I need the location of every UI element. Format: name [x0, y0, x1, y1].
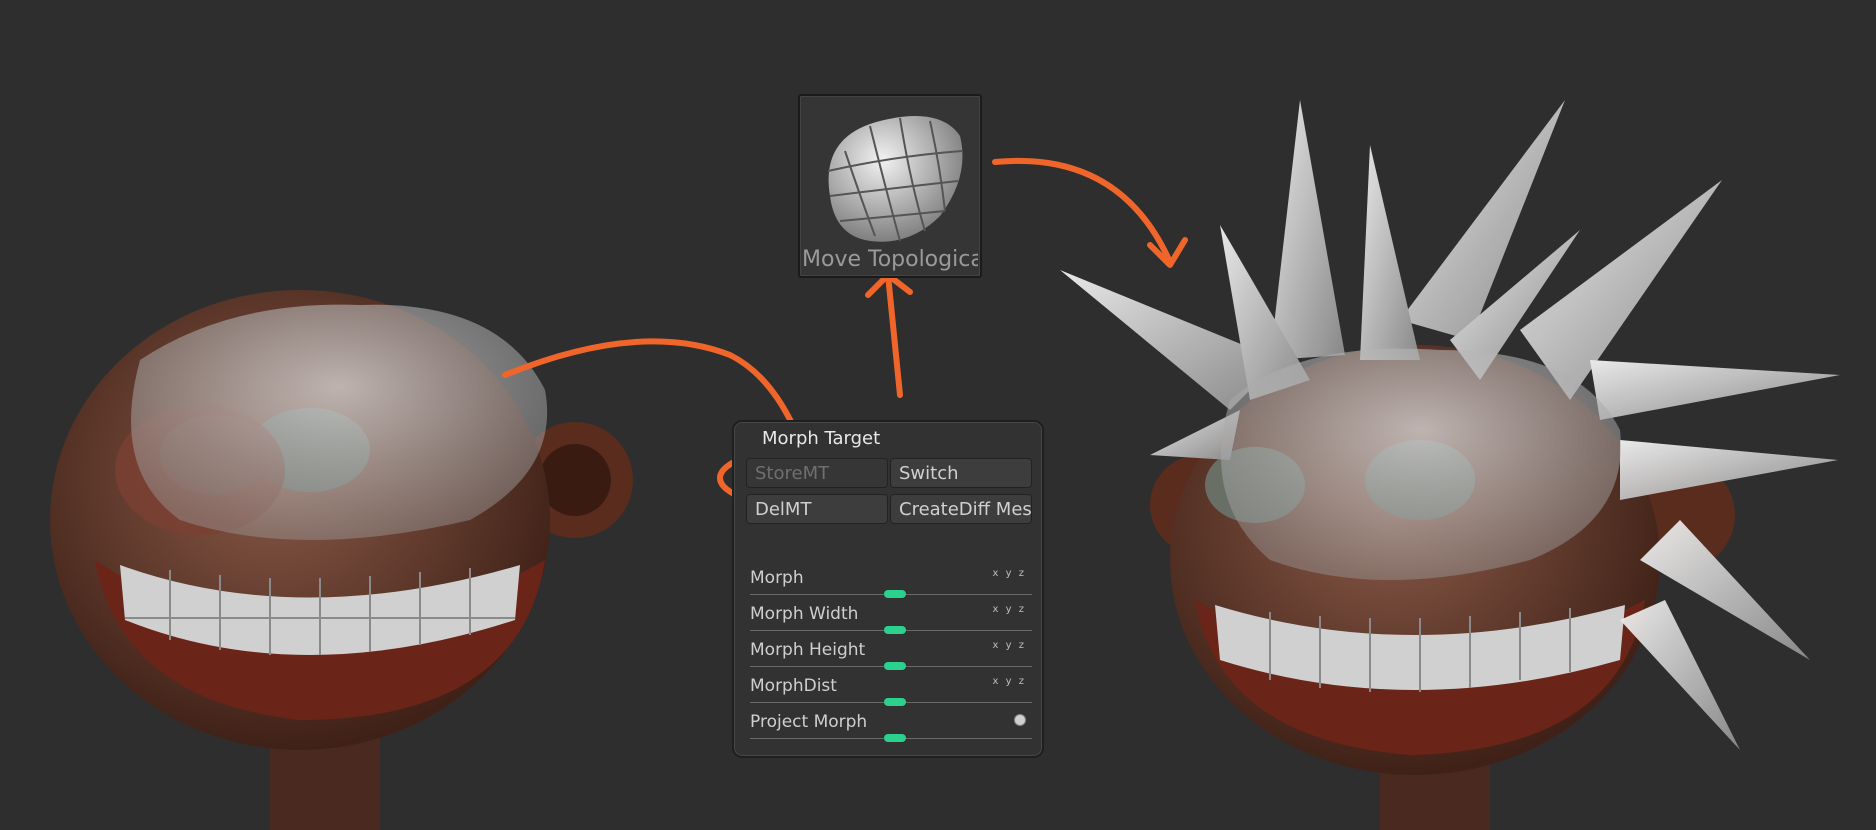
slider-label: Morph Width: [750, 604, 859, 624]
morph-slider[interactable]: Morph x y z: [750, 568, 1032, 604]
del-mt-button[interactable]: DelMT: [746, 494, 888, 524]
panel-title: Morph Target: [762, 428, 881, 449]
store-mt-button[interactable]: StoreMT: [746, 458, 888, 488]
morph-dist-slider[interactable]: MorphDist x y z: [750, 676, 1032, 712]
right-head-model: [1060, 100, 1840, 830]
slider-knob[interactable]: [884, 626, 906, 634]
slider-label: Project Morph: [750, 712, 868, 732]
morph-width-slider[interactable]: Morph Width x y z: [750, 604, 1032, 640]
annotation-arrow-up: [885, 272, 903, 398]
slider-knob[interactable]: [884, 734, 906, 742]
morph-height-slider[interactable]: Morph Height x y z: [750, 640, 1032, 676]
morph-target-panel: Morph Target StoreMT Switch DelMT Create…: [732, 420, 1044, 758]
canvas: Move Topologica Morph Target StoreMT Swi…: [0, 0, 1876, 830]
xyz-toggle[interactable]: x y z: [993, 604, 1026, 615]
slider-knob[interactable]: [884, 698, 906, 706]
slider-label: Morph Height: [750, 640, 866, 660]
brush-thumbnail[interactable]: Move Topologica: [798, 94, 982, 278]
slider-knob[interactable]: [884, 590, 906, 598]
slider-label: MorphDist: [750, 676, 837, 696]
slider-knob[interactable]: [884, 662, 906, 670]
radio-toggle[interactable]: [1014, 714, 1026, 726]
project-morph-slider[interactable]: Project Morph: [750, 712, 1032, 748]
brush-name-label: Move Topologica: [802, 247, 978, 272]
annotation-arrow-right: [992, 157, 1173, 265]
switch-button[interactable]: Switch: [890, 458, 1032, 488]
xyz-toggle[interactable]: x y z: [993, 676, 1026, 687]
left-head-model: [50, 290, 633, 830]
annotation-curve-left: [502, 338, 798, 433]
xyz-toggle[interactable]: x y z: [993, 568, 1026, 579]
slider-label: Morph: [750, 568, 804, 588]
xyz-toggle[interactable]: x y z: [993, 640, 1026, 651]
create-diff-mesh-button[interactable]: CreateDiff Mesh: [890, 494, 1032, 524]
